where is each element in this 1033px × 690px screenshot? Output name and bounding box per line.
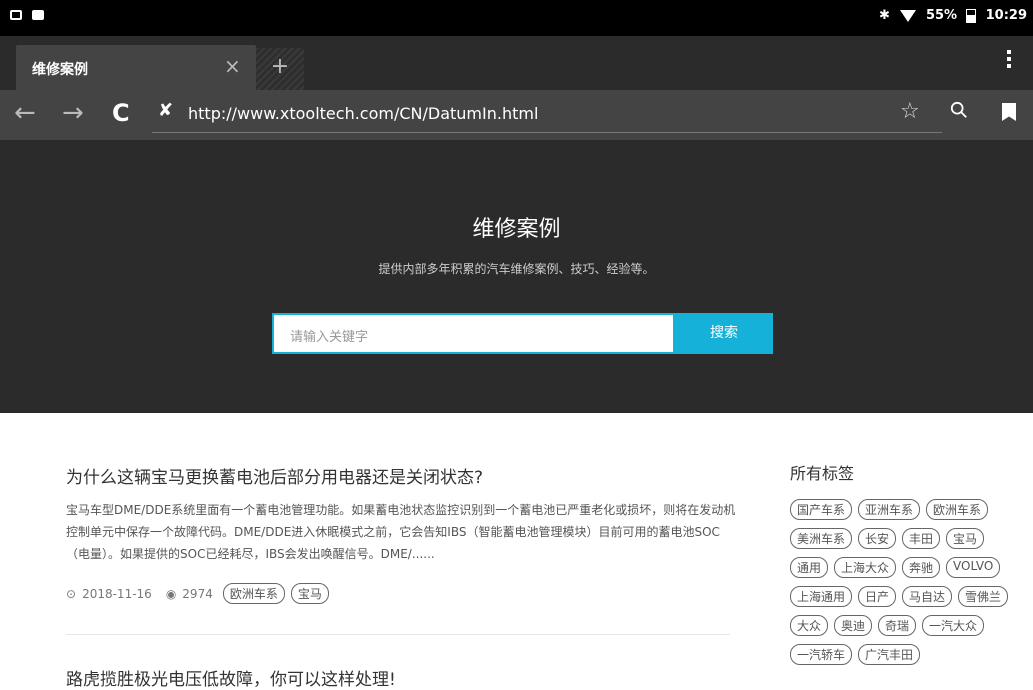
browser-tab[interactable]: 维修案例 × xyxy=(16,45,256,90)
tag-item[interactable]: VOLVO xyxy=(946,557,1001,578)
tag-item[interactable]: 奔驰 xyxy=(902,557,941,578)
battery-level: 55% xyxy=(925,8,958,23)
page-subtitle: 提供内部多年积累的汽车维修案例、技巧、经验等。 xyxy=(378,262,655,276)
main-content: 为什么这辆宝马更换蓄电池后部分用电器还是关闭状态? 宝马车型DME/DDE系统里… xyxy=(0,413,1033,690)
tag-item[interactable]: 亚洲车系 xyxy=(858,499,921,520)
tab-bar: 维修案例 × + xyxy=(0,36,1033,90)
search-input[interactable]: 请输入关键字 xyxy=(272,313,675,354)
hero-banner: 维修案例 提供内部多年积累的汽车维修案例、技巧、经验等。 请输入关键字 搜索 xyxy=(0,140,1033,413)
tag-item[interactable]: 上海大众 xyxy=(834,557,897,578)
eye-icon: ◉ xyxy=(165,586,177,601)
tag-item[interactable]: 长安 xyxy=(858,528,897,549)
article-summary: 宝马车型DME/DDE系统里面有一个蓄电池管理功能。如果蓄电池状态监控识别到一个… xyxy=(66,503,736,561)
address-bar: ← → C ✘ http://www.xtooltech.com/CN/Datu… xyxy=(0,90,1033,140)
url-underline xyxy=(152,132,942,133)
clock-icon: ⊙ xyxy=(66,586,77,601)
article-title[interactable]: 为什么这辆宝马更换蓄电池后部分用电器还是关闭状态? xyxy=(66,463,483,488)
reload-icon[interactable]: C xyxy=(112,99,130,127)
tag-item[interactable]: 大众 xyxy=(790,615,829,636)
close-icon[interactable]: × xyxy=(224,54,241,78)
overflow-menu-icon[interactable] xyxy=(1007,50,1011,71)
search-placeholder: 请输入关键字 xyxy=(290,330,369,345)
tag-item[interactable]: 上海通用 xyxy=(790,586,853,607)
page-title: 维修案例 xyxy=(472,217,561,242)
tag-item[interactable]: 奥迪 xyxy=(834,615,873,636)
article-tag[interactable]: 欧洲车系 xyxy=(222,583,285,604)
clock: 10:29 xyxy=(985,8,1027,23)
status-bar: ✱ 55% 10:29 xyxy=(0,0,1033,36)
tab-title: 维修案例 xyxy=(32,62,88,78)
article-meta: ⊙ 2018-11-16 ◉ 2974 欧洲车系 宝马 xyxy=(66,583,329,604)
tag-item[interactable]: 欧洲车系 xyxy=(926,499,989,520)
tag-item[interactable]: 宝马 xyxy=(946,528,985,549)
tag-item[interactable]: 一汽大众 xyxy=(922,615,985,636)
tags-heading: 所有标签 xyxy=(790,464,855,483)
tag-item[interactable]: 一汽轿车 xyxy=(790,644,853,665)
tag-cloud: 国产车系 亚洲车系 欧洲车系 美洲车系 长安 丰田 宝马 通用 上海大众 奔驰 … xyxy=(790,499,1020,665)
battery-icon xyxy=(965,8,976,23)
tag-item[interactable]: 通用 xyxy=(790,557,829,578)
tag-item[interactable]: 丰田 xyxy=(902,528,941,549)
article-views: 2974 xyxy=(182,586,213,601)
new-tab-button[interactable]: + xyxy=(256,48,304,90)
article-date: 2018-11-16 xyxy=(82,586,152,601)
site-icon: ✘ xyxy=(158,100,174,121)
tag-item[interactable]: 广汽丰田 xyxy=(858,644,921,665)
search-icon[interactable] xyxy=(950,101,968,119)
bookmark-icon[interactable] xyxy=(1002,103,1016,121)
tag-item[interactable]: 国产车系 xyxy=(790,499,853,520)
article-tag[interactable]: 宝马 xyxy=(290,583,329,604)
star-icon[interactable]: ☆ xyxy=(900,99,920,124)
back-icon[interactable]: ← xyxy=(14,98,36,128)
tag-item[interactable]: 日产 xyxy=(858,586,897,607)
wifi-icon xyxy=(899,9,916,22)
bluetooth-icon: ✱ xyxy=(879,8,890,23)
tag-item[interactable]: 美洲车系 xyxy=(790,528,853,549)
forward-icon[interactable]: → xyxy=(62,98,84,128)
tag-item[interactable]: 奇瑞 xyxy=(878,615,917,636)
tag-item[interactable]: 雪佛兰 xyxy=(958,586,1009,607)
tag-item[interactable]: 马自达 xyxy=(902,586,953,607)
notification-icon xyxy=(32,10,44,20)
image-icon xyxy=(10,10,22,20)
divider xyxy=(66,634,730,635)
url-field[interactable]: http://www.xtooltech.com/CN/DatumIn.html xyxy=(188,104,538,123)
search-button[interactable]: 搜索 xyxy=(675,313,773,354)
